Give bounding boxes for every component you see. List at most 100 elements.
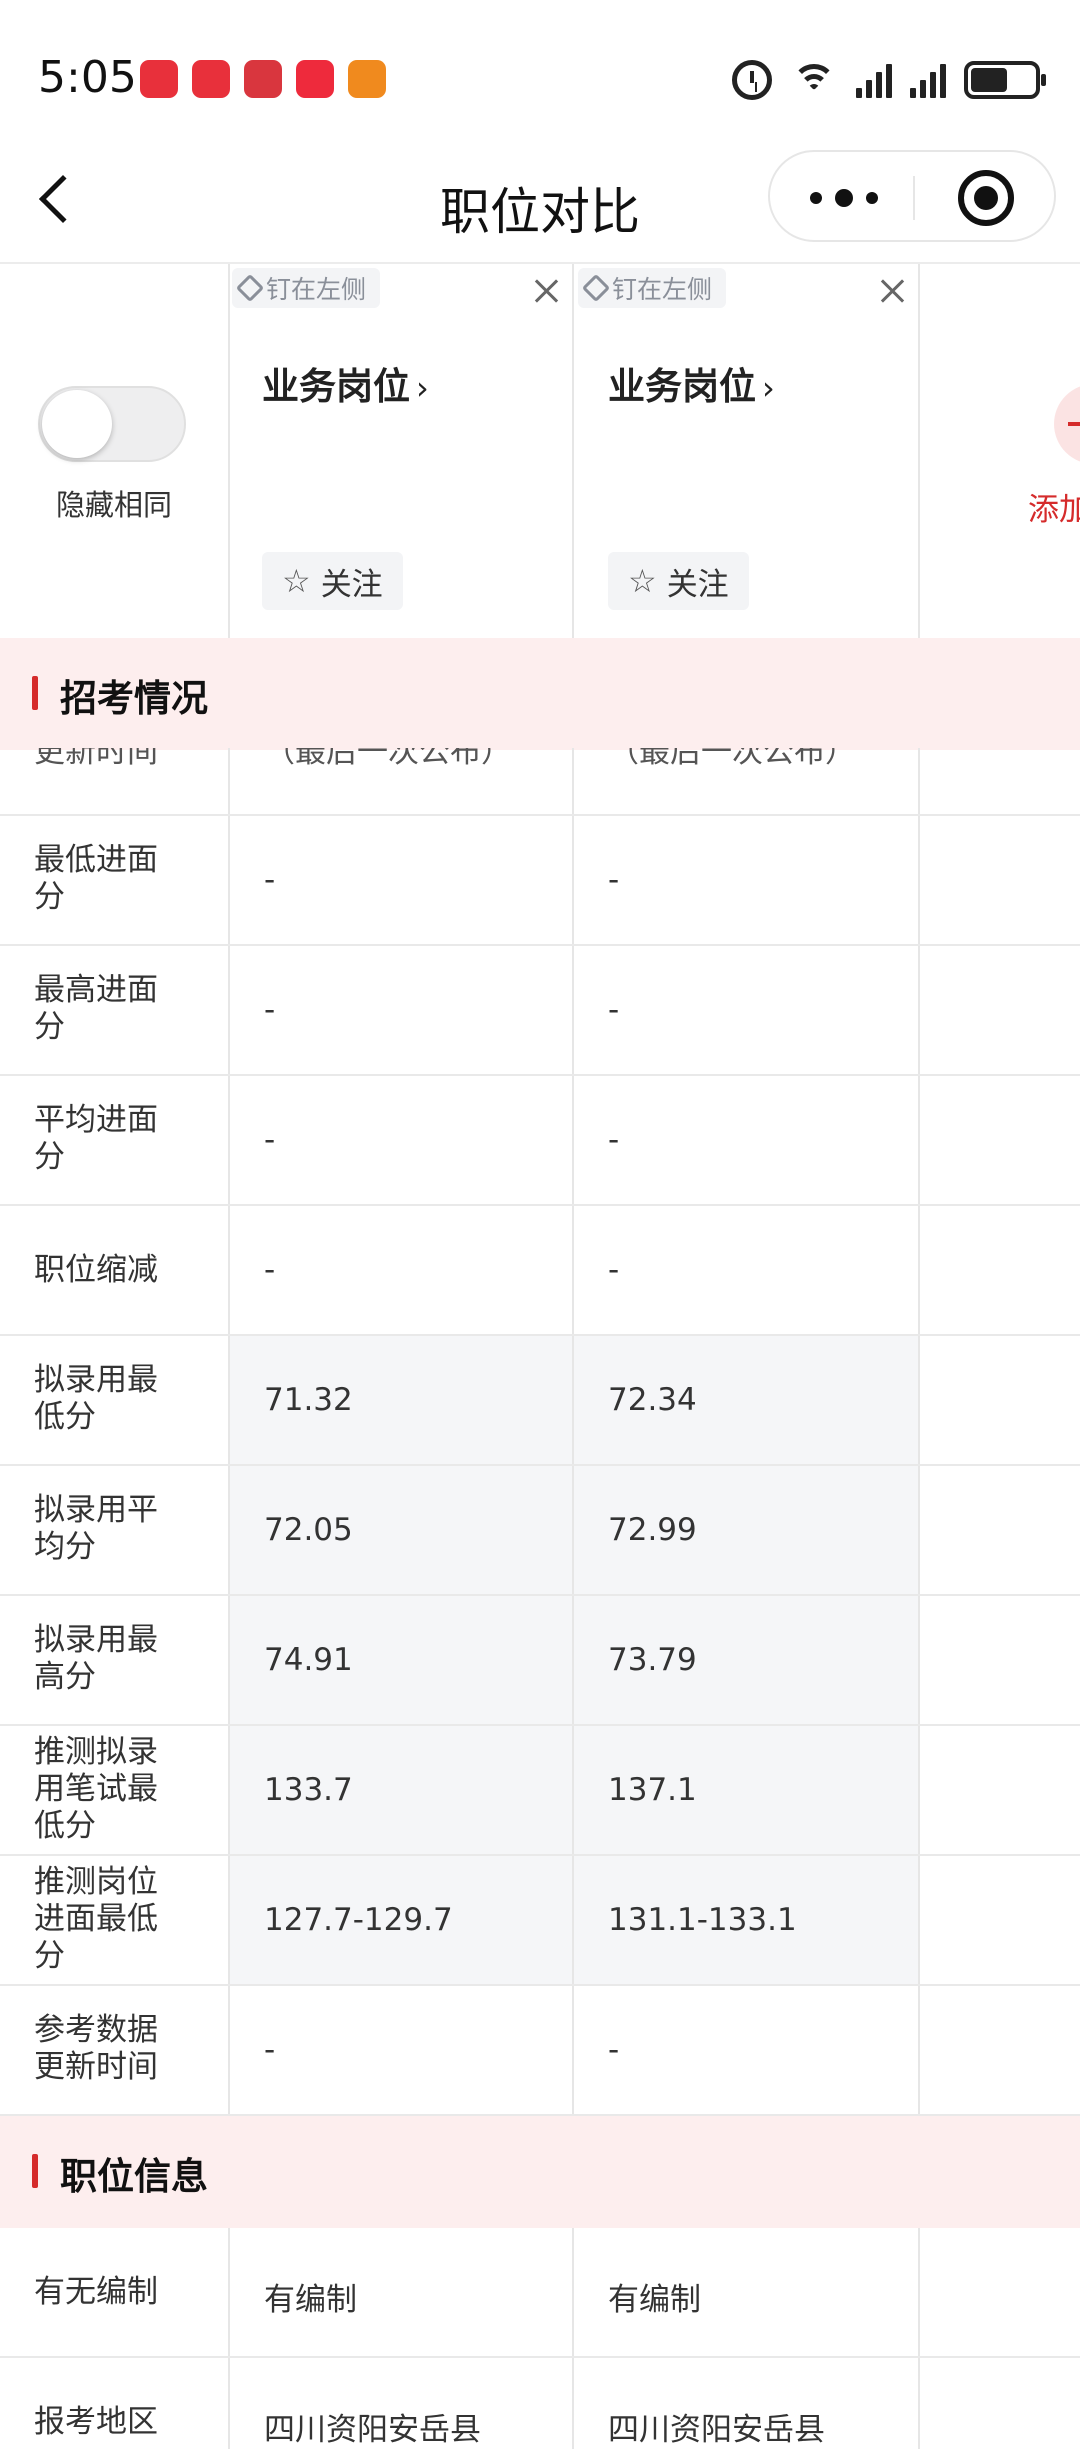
cell-value: 72.99 <box>608 1512 697 1548</box>
table-row: 平均进面分 - - <box>0 1076 1080 1206</box>
cell-add-column <box>918 946 1080 1074</box>
close-icon[interactable] <box>880 278 906 304</box>
target-circle-icon[interactable] <box>958 170 1014 226</box>
more-dots-icon[interactable] <box>810 184 878 212</box>
cell-value: - <box>608 862 620 898</box>
cell-add-column <box>918 1986 1080 2114</box>
row-label: 推测拟录用笔试最低分 <box>34 1734 158 1844</box>
hide-same-label: 隐藏相同 <box>55 488 172 522</box>
add-position-button[interactable] <box>1054 384 1080 464</box>
row-label: 平均进面分 <box>34 1102 158 1175</box>
hide-same-toggle[interactable] <box>38 386 186 462</box>
mini-program-capsule <box>768 150 1056 242</box>
cell-position-1: 四川资阳安岳县 <box>228 2358 572 2449</box>
pin-left-button[interactable]: 钉在左侧 <box>578 268 727 308</box>
cell-position-1: - <box>228 1206 572 1334</box>
row-label: 最低进面分 <box>34 842 158 915</box>
job-title-link[interactable]: 业务岗位 › <box>262 356 429 410</box>
cell-value: 74.91 <box>264 1642 353 1678</box>
add-label[interactable]: 添加 <box>1028 484 1080 529</box>
cell-position-2: 四川资阳安岳县 <box>572 2358 918 2449</box>
cell-position-2: - <box>572 1206 918 1334</box>
status-bar: 5:05 <box>0 0 1080 150</box>
cell-value: 71.32 <box>264 1382 353 1418</box>
cell-position-1: 71.32 <box>228 1336 572 1464</box>
table-row: 拟录用平均分 72.05 72.99 <box>0 1466 1080 1596</box>
section-title: 职位信息 <box>60 2155 208 2198</box>
cell-add-column <box>918 1596 1080 1724</box>
shopping-app-icon <box>348 60 386 98</box>
cell-position-2: - <box>572 1986 918 2114</box>
row-label: 拟录用最低分 <box>34 1362 158 1435</box>
chevron-right-icon: › <box>416 369 429 407</box>
cell-add-column <box>918 816 1080 944</box>
table-row: 最低进面分 - - <box>0 816 1080 946</box>
signal-icon <box>910 62 946 98</box>
column-divider <box>228 264 230 640</box>
cell-position-1: 74.91 <box>228 1596 572 1724</box>
table-row: 有无编制 有编制 有编制 <box>0 2228 1080 2358</box>
cell-add-column <box>918 1466 1080 1594</box>
cell-value: - <box>264 2032 276 2068</box>
row-label: 更新时间 <box>34 748 158 770</box>
cell-add-column <box>918 1726 1080 1854</box>
row-label: 拟录用最高分 <box>34 1622 158 1695</box>
job-title-text: 业务岗位 <box>262 365 410 408</box>
cell-position-1: 127.7-129.7 <box>228 1856 572 1984</box>
table-row: 职位缩减 - - <box>0 1206 1080 1336</box>
cell-value: - <box>608 992 620 1028</box>
row-label: 拟录用平均分 <box>34 1492 158 1565</box>
cell-value: 四川资阳安岳县 <box>608 2412 825 2448</box>
follow-button[interactable]: ☆ 关注 <box>262 552 403 610</box>
huawei-store-icon <box>192 60 230 98</box>
section-marker <box>32 2154 38 2188</box>
row-label: 职位缩减 <box>34 1252 158 1288</box>
cell-value: 73.79 <box>608 1642 697 1678</box>
follow-button[interactable]: ☆ 关注 <box>608 552 749 610</box>
signal-icon <box>856 62 892 98</box>
compare-header: 隐藏相同 钉在左侧 业务岗位 › ☆ 关注 钉在左侧 业务岗位 › ☆ 关注 添加 <box>0 262 1080 640</box>
cell-position-2: （最后一次公布） <box>572 748 918 814</box>
status-time: 5:05 <box>38 52 137 103</box>
job-title-link[interactable]: 业务岗位 › <box>608 356 775 410</box>
cell-position-1: 有编制 <box>228 2228 572 2356</box>
pin-label: 钉在左侧 <box>266 275 367 304</box>
cell-position-1: - <box>228 816 572 944</box>
cell-value: 四川资阳安岳县 <box>264 2412 481 2448</box>
table-row: 参考数据更新时间 - - <box>0 1986 1080 2116</box>
cell-position-1: 72.05 <box>228 1466 572 1594</box>
nav-bar: 职位对比 <box>0 150 1080 260</box>
column-divider <box>572 264 574 640</box>
cell-value: 137.1 <box>608 1772 697 1808</box>
pin-left-button[interactable]: 钉在左侧 <box>232 268 381 308</box>
pin-icon <box>235 273 265 303</box>
cell-add-column <box>918 1336 1080 1464</box>
cell-position-2: 73.79 <box>572 1596 918 1724</box>
cell-position-2: - <box>572 816 918 944</box>
table-row: 报考地区 四川资阳安岳县 四川资阳安岳县 <box>0 2358 1080 2449</box>
cell-position-2: 137.1 <box>572 1726 918 1854</box>
table-row: 推测拟录用笔试最低分 133.7 137.1 <box>0 1726 1080 1856</box>
cell-value: - <box>264 1252 276 1288</box>
alarm-icon <box>732 60 772 100</box>
table-row: 最高进面分 - - <box>0 946 1080 1076</box>
cell-value: 131.1-133.1 <box>608 1902 797 1938</box>
cell-position-1: （最后一次公布） <box>228 748 572 814</box>
cell-position-1: 133.7 <box>228 1726 572 1854</box>
cell-value: 127.7-129.7 <box>264 1902 453 1938</box>
cell-position-2: 有编制 <box>572 2228 918 2356</box>
row-label: 参考数据更新时间 <box>34 2012 158 2085</box>
cell-add-column <box>918 1856 1080 1984</box>
cell-position-2: - <box>572 1076 918 1204</box>
table-row: 拟录用最低分 71.32 72.34 <box>0 1336 1080 1466</box>
cell-value: - <box>264 862 276 898</box>
cell-value: （最后一次公布） <box>608 748 856 770</box>
status-icons <box>732 58 1046 102</box>
cell-value: - <box>608 2032 620 2068</box>
close-icon[interactable] <box>534 278 560 304</box>
battery-icon <box>964 61 1046 99</box>
cell-add-column <box>918 2358 1080 2449</box>
cell-value: - <box>608 1252 620 1288</box>
cell-value: - <box>264 1122 276 1158</box>
huawei-store-icon <box>140 60 178 98</box>
